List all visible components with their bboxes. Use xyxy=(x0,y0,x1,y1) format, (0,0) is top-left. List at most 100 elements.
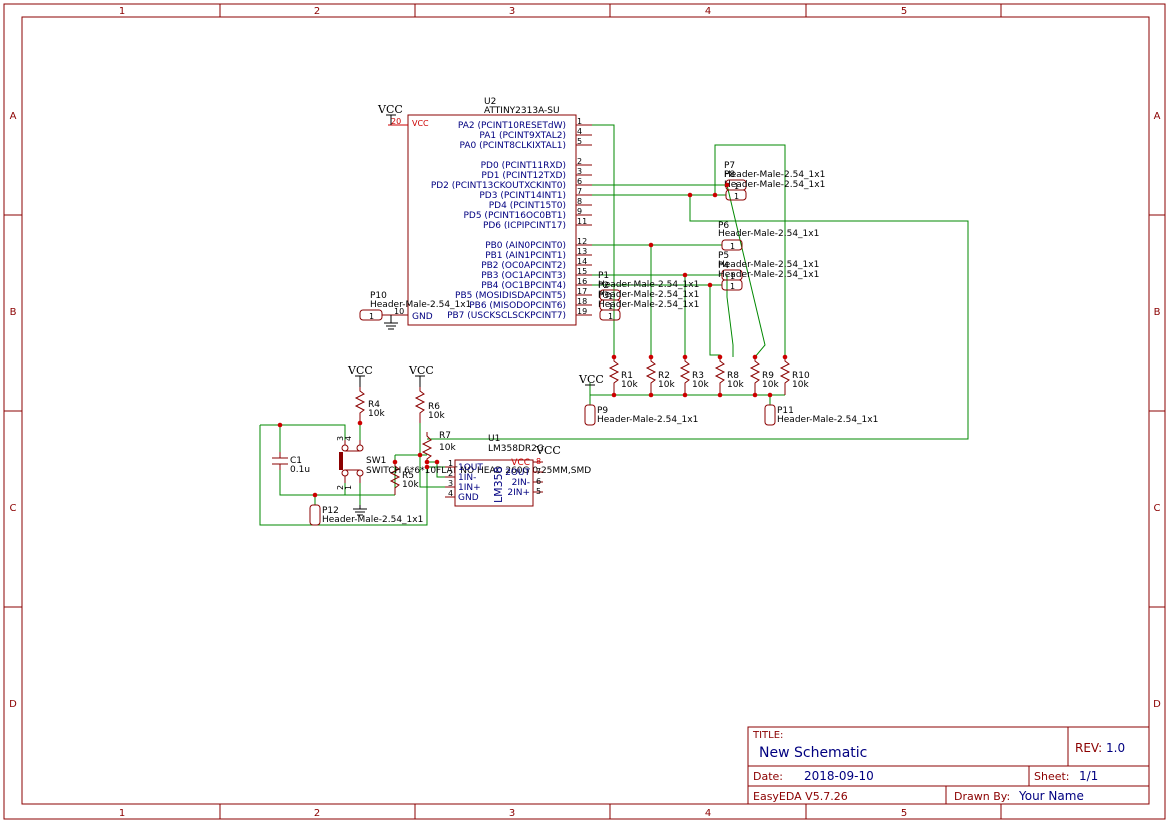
svg-text:3: 3 xyxy=(336,436,345,441)
header-value: Header-Male-2.54_1x1 xyxy=(724,180,825,190)
u2-pin-number: 6 xyxy=(577,177,582,186)
resistor-r2[interactable]: R210k xyxy=(645,357,675,395)
date-value: 2018-09-10 xyxy=(804,769,874,783)
junction-dot xyxy=(611,392,617,398)
u1-lm358[interactable]: U1 LM358DR2G LM358 1OUT 1 1IN- 2 1IN+ 3 GND 4 VC… xyxy=(445,434,544,507)
u2-pin-number: 1 xyxy=(577,117,582,126)
u1-pin-number: 4 xyxy=(448,489,453,498)
u2-pin-name: PB5 (MOSIDISDAPCINT5) xyxy=(455,291,566,301)
header-value: Header-Male-2.54_1x1 xyxy=(598,300,699,310)
sheet-label: Sheet: xyxy=(1034,770,1070,783)
u2-pin-number: 16 xyxy=(577,277,587,286)
u2-pin-name: PB7 (USCKSCLSCKPCINT7) xyxy=(447,311,566,321)
u2-pin-number: 11 xyxy=(577,217,587,226)
sheet-value: 1/1 xyxy=(1079,769,1098,783)
svg-text:U1: U1 xyxy=(488,434,500,444)
u2-pin-number: 19 xyxy=(577,307,587,316)
header-p12[interactable]: P12 Header-Male-2.54_1x1 xyxy=(309,504,423,526)
u1-pin-name: VCC xyxy=(511,458,530,468)
row-label: D xyxy=(9,699,17,710)
junction-dot xyxy=(357,420,363,426)
header-pin-number: 1 xyxy=(734,192,739,201)
capacitor-c1[interactable]: C1 0.1u xyxy=(272,452,310,475)
row-label: B xyxy=(10,307,17,318)
u1-pin-name: 2OUT xyxy=(505,468,530,478)
junction-dot xyxy=(682,354,688,360)
resistor-value: 10k xyxy=(692,380,709,390)
u2-pin-name: PB4 (OC1BPCINT4) xyxy=(481,281,566,291)
resistor-value: 10k xyxy=(621,380,638,390)
svg-text:SW1: SW1 xyxy=(366,456,386,466)
u2-pin-number: 5 xyxy=(577,137,582,146)
row-label: A xyxy=(1154,111,1161,122)
u2-pin-number: 9 xyxy=(577,207,582,216)
schematic-sheet: 1 2 3 4 5 1 2 3 4 5 A B C D A B C D TITL… xyxy=(3,3,1166,820)
resistor-r9[interactable]: R910k xyxy=(749,357,779,395)
junction-dot xyxy=(707,282,713,288)
u1-pin-number: 2 xyxy=(448,469,453,478)
resistor-r6[interactable]: R6 10k xyxy=(414,387,445,423)
u1-pin-name: GND xyxy=(458,493,479,503)
date-label: Date: xyxy=(753,770,783,783)
resistor-r10[interactable]: R1010k xyxy=(779,357,810,395)
header-pin-number: 1 xyxy=(730,282,735,291)
svg-text:VCC: VCC xyxy=(377,103,403,116)
svg-text:Header-Male-2.54_1x1: Header-Male-2.54_1x1 xyxy=(322,515,423,525)
resistor-r1[interactable]: R110k xyxy=(608,357,638,395)
u2-pin-name: PD3 (PCINT14INT1) xyxy=(479,191,566,201)
svg-text:Header-Male-2.54_1x1: Header-Male-2.54_1x1 xyxy=(597,415,698,425)
junction-dot xyxy=(682,392,688,398)
col-label: 4 xyxy=(705,808,711,819)
junction-dot xyxy=(717,354,723,360)
junction-dot xyxy=(424,464,430,470)
junction-dot xyxy=(724,182,730,188)
header-p6[interactable]: 1P6Header-Male-2.54_1x1 xyxy=(718,221,819,251)
u2-pin-number: 13 xyxy=(577,247,587,256)
col-label: 3 xyxy=(509,6,515,17)
drawn-by-label: Drawn By: xyxy=(954,790,1010,803)
u2-pin-name: PB1 (AIN1PCINT1) xyxy=(485,251,566,261)
vcc-symbol: VCC xyxy=(347,364,373,387)
svg-text:10k: 10k xyxy=(439,443,456,453)
title-label: TITLE: xyxy=(752,730,783,741)
junction-dot xyxy=(782,354,788,360)
col-label: 1 xyxy=(119,6,125,17)
svg-text:10k: 10k xyxy=(368,409,385,419)
svg-text:LM358: LM358 xyxy=(492,466,505,503)
header-pin-number: 1 xyxy=(608,312,613,321)
header-value: Header-Male-2.54_1x1 xyxy=(718,229,819,239)
resistor-r4[interactable]: R4 10k xyxy=(354,387,385,423)
resistor-r3[interactable]: R310k xyxy=(679,357,709,395)
svg-text:10k: 10k xyxy=(428,411,445,421)
col-label: 4 xyxy=(705,6,711,17)
u2-pin-number: 15 xyxy=(577,267,587,276)
u1-pin-number: 7 xyxy=(536,467,541,476)
header-value: Header-Male-2.54_1x1 xyxy=(718,270,819,280)
junction-dot xyxy=(424,459,430,465)
u2-pin-number: 12 xyxy=(577,237,587,246)
junction-dot xyxy=(611,354,617,360)
u2-pin-name: PD6 (ICPIPCINT17) xyxy=(483,221,566,231)
header-p11[interactable]: P11 Header-Male-2.54_1x1 xyxy=(764,404,878,426)
u2-pin-name: PD2 (PCINT13CKOUTXCKINT0) xyxy=(431,181,566,191)
rev-label: REV: xyxy=(1075,741,1102,755)
row-label: C xyxy=(10,503,17,514)
junction-dot xyxy=(648,242,654,248)
svg-text:0.1u: 0.1u xyxy=(290,465,310,475)
resistor-r7[interactable]: R7 10k xyxy=(421,431,456,462)
svg-text:LM358DR2G: LM358DR2G xyxy=(488,444,544,454)
header-ref: P8 xyxy=(724,170,735,180)
resistor-r8[interactable]: R810k xyxy=(714,357,744,395)
svg-text:Header-Male-2.54_1x1: Header-Male-2.54_1x1 xyxy=(370,300,471,310)
header-value: Header-Male-2.54_1x1 xyxy=(598,290,699,300)
junction-dot xyxy=(717,392,723,398)
u1-pin-name: 1IN- xyxy=(458,473,476,483)
header-p9[interactable]: P9 Header-Male-2.54_1x1 xyxy=(584,404,698,426)
u2-attiny2313[interactable]: U2 ATTINY2313A-SU VCC 20 GND 10 PA2 (PCI… xyxy=(388,97,592,326)
row-label: D xyxy=(1153,699,1161,710)
ground-symbol xyxy=(384,315,398,330)
u2-pin-name: PD0 (PCINT11RXD) xyxy=(481,161,566,171)
junction-dot xyxy=(767,392,773,398)
header-pin-number: 1 xyxy=(730,242,735,251)
resistor-value: 10k xyxy=(762,380,779,390)
